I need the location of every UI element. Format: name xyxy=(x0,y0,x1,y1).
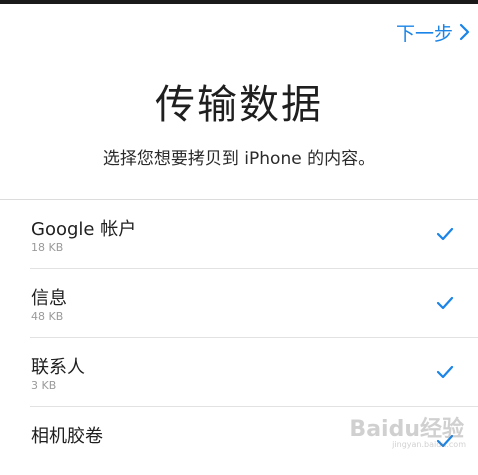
next-step-button[interactable]: 下一步 xyxy=(396,18,470,46)
list-item-camera-roll[interactable]: 相机胶卷 xyxy=(30,407,478,475)
item-size: 3 KB xyxy=(31,379,57,392)
next-step-label: 下一步 xyxy=(395,22,453,45)
item-name: Google 帐户 xyxy=(31,219,137,240)
data-item-list: Google 帐户 18 KB 信息 48 KB 联系人 3 KB 相机胶卷 xyxy=(0,199,478,475)
item-name: 相机胶卷 xyxy=(31,426,103,447)
checkmark-icon[interactable] xyxy=(436,295,454,314)
list-item-messages[interactable]: 信息 48 KB xyxy=(30,269,478,338)
item-size: 18 KB xyxy=(31,241,64,254)
checkmark-icon[interactable] xyxy=(436,226,454,245)
list-item-google-account[interactable]: Google 帐户 18 KB xyxy=(30,200,478,269)
item-name: 信息 xyxy=(31,288,67,309)
page-subtitle: 选择您想要拷贝到 iPhone 的内容。 xyxy=(102,149,376,169)
checkmark-icon[interactable] xyxy=(436,364,454,383)
page-title: 传输数据 xyxy=(155,82,323,128)
status-bar-strip xyxy=(0,0,478,4)
list-item-contacts[interactable]: 联系人 3 KB xyxy=(30,338,478,407)
item-size: 48 KB xyxy=(31,310,64,323)
chevron-right-icon xyxy=(459,23,470,41)
item-name: 联系人 xyxy=(31,357,85,378)
checkmark-icon[interactable] xyxy=(436,433,454,452)
